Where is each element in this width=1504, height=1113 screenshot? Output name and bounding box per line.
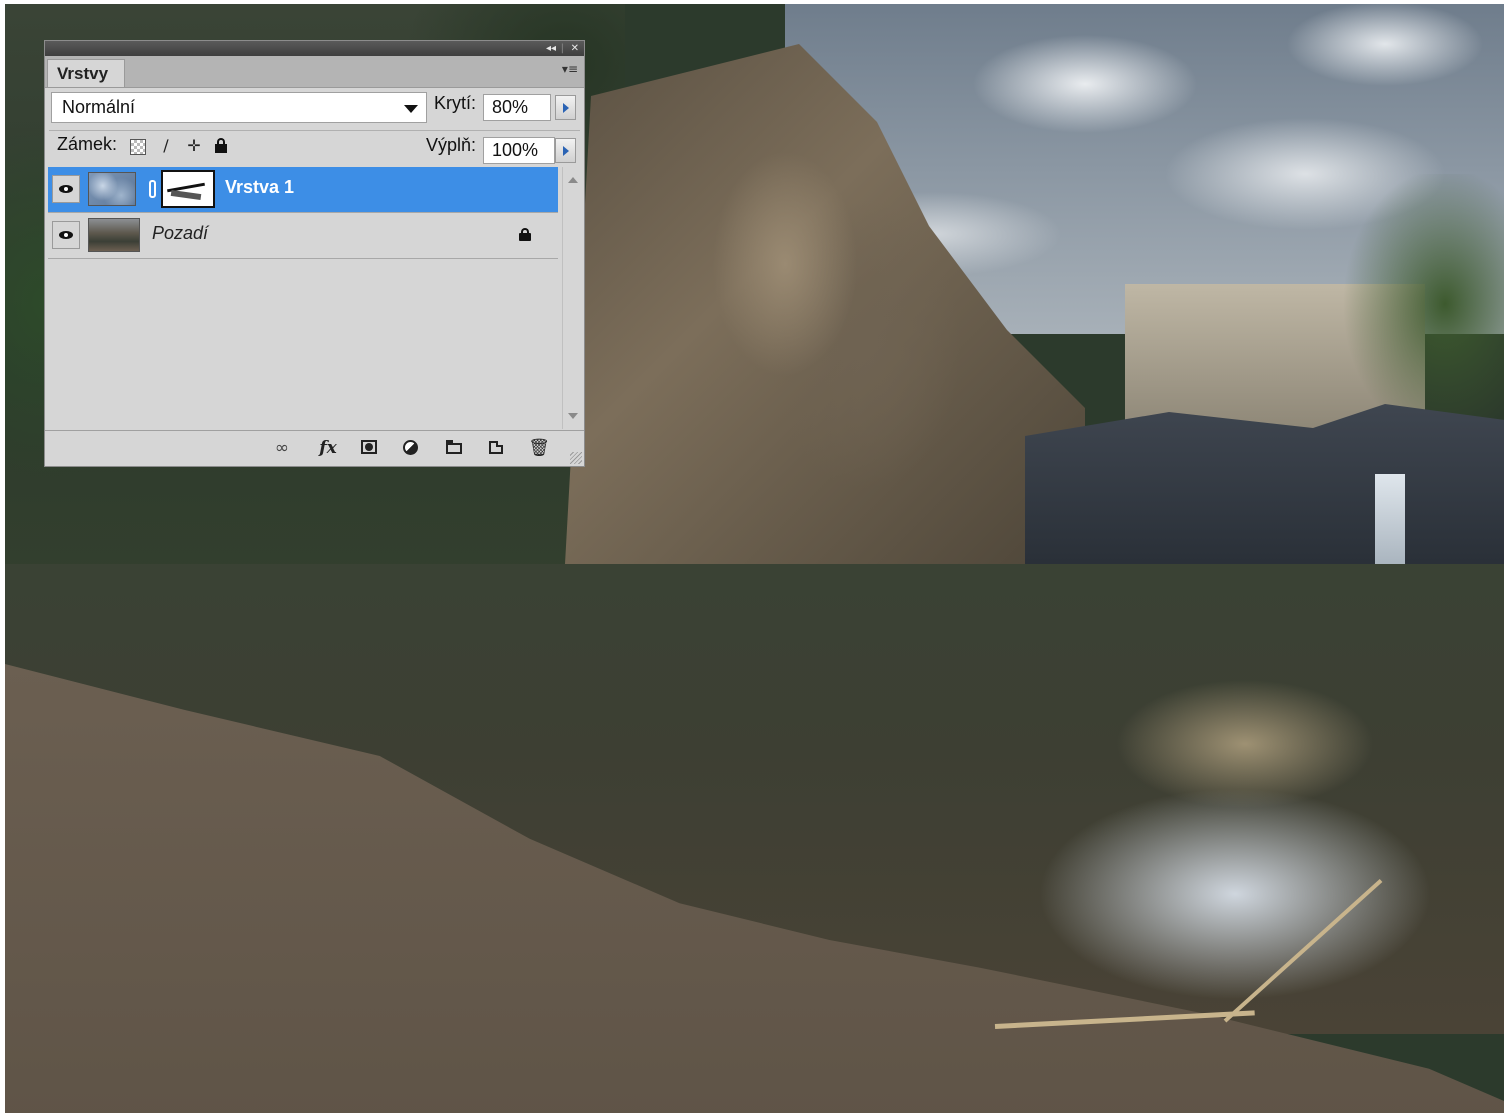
divider: [49, 130, 580, 131]
close-panel-icon[interactable]: ✕: [571, 41, 579, 56]
titlebar-divider: |: [560, 43, 564, 54]
lock-row: Zámek: ∕ ✛ Výplň: 100%: [57, 133, 578, 164]
eye-icon[interactable]: [52, 175, 80, 203]
resize-grip[interactable]: [570, 452, 582, 464]
opacity-slider-button[interactable]: [555, 95, 576, 120]
fx-icon[interactable]: fx: [313, 436, 343, 460]
lock-all-icon[interactable]: [214, 137, 232, 155]
eye-icon[interactable]: [52, 221, 80, 249]
layers-panel: ◂◂ | ✕ Vrstvy ▾≡ Normální Krytí: 80% Zám…: [44, 40, 585, 467]
new-group-icon[interactable]: [443, 436, 467, 460]
trash-icon[interactable]: 🗑︎: [527, 436, 551, 460]
lock-image-pixels-icon[interactable]: ∕: [157, 137, 175, 155]
lock-label: Zámek:: [57, 134, 118, 154]
layer-row[interactable]: Pozadí: [48, 213, 558, 259]
layer-thumbnail[interactable]: [88, 172, 136, 206]
blend-mode-select[interactable]: Normální: [51, 92, 427, 123]
adjustment-layer-icon[interactable]: [400, 436, 426, 460]
fill-field[interactable]: 100%: [483, 137, 555, 164]
fill-label: Výplň:: [426, 135, 477, 155]
layer-name[interactable]: Vrstva 1: [225, 177, 294, 198]
layers-list: Vrstva 1 Pozadí: [48, 167, 558, 429]
lock-transparent-pixels-icon[interactable]: [130, 139, 146, 155]
collapse-panel-icon[interactable]: ◂◂: [546, 41, 556, 56]
scroll-up-icon[interactable]: [568, 177, 578, 183]
link-layers-icon[interactable]: ∞: [267, 436, 297, 460]
dark-rocks: [1025, 404, 1504, 564]
opacity-field[interactable]: 80%: [483, 94, 551, 121]
lock-icon: [518, 228, 532, 241]
lock-position-icon[interactable]: ✛: [185, 137, 203, 155]
panel-bottom-toolbar: ∞ fx 🗑︎: [45, 430, 584, 466]
tab-layers[interactable]: Vrstvy: [47, 59, 125, 87]
new-layer-icon[interactable]: [485, 436, 509, 460]
layer-thumbnail[interactable]: [88, 218, 140, 252]
layer-name[interactable]: Pozadí: [152, 223, 208, 244]
mask-link-icon[interactable]: [149, 180, 156, 198]
blend-row: Normální Krytí: 80%: [51, 91, 578, 125]
add-mask-icon[interactable]: [358, 436, 382, 460]
opacity-label: Krytí:: [434, 93, 477, 113]
layer-mask-thumbnail[interactable]: [161, 170, 215, 208]
chevron-down-icon: [404, 105, 418, 113]
waterfall: [1375, 474, 1405, 564]
layer-row[interactable]: Vrstva 1: [48, 167, 558, 213]
panel-menu-icon[interactable]: ▾≡: [562, 62, 578, 76]
panel-tab-row: Vrstvy ▾≡: [45, 56, 584, 88]
panel-titlebar[interactable]: ◂◂ | ✕: [45, 41, 584, 56]
layers-scrollbar[interactable]: [562, 167, 583, 429]
scroll-down-icon[interactable]: [568, 413, 578, 419]
fill-slider-button[interactable]: [555, 138, 576, 163]
forest-right: [1335, 174, 1504, 444]
blend-mode-value: Normální: [62, 97, 136, 117]
